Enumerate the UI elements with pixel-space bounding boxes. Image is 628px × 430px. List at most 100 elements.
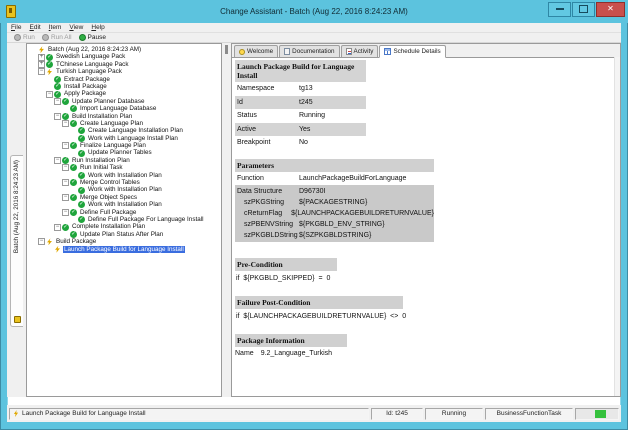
tree-item-label: Build Installation Plan: [72, 112, 133, 120]
tree-item[interactable]: − ✓ Build Installation Plan: [27, 113, 221, 120]
split-divider[interactable]: [222, 43, 231, 397]
collapse-icon[interactable]: −: [62, 120, 69, 128]
tree-item-label: Run Installation Plan: [72, 156, 130, 164]
tree-item-label: Build Package: [56, 238, 97, 246]
parameter-value: ${PACKAGESTRING}: [299, 198, 368, 206]
batch-vertical-tab[interactable]: Batch (Aug 22, 2016 8:24:23 AM): [10, 155, 23, 327]
tree-item[interactable]: − Build Package: [27, 238, 221, 246]
tree-item[interactable]: − ✓ Merge Control Tables: [27, 179, 221, 187]
tree-item[interactable]: ✓ Define Full Package For Language Instal…: [27, 215, 221, 224]
menu-edit[interactable]: Edit: [26, 24, 45, 31]
tree-item[interactable]: ✓ Install Package: [27, 82, 221, 91]
status-state-cell: Running: [425, 407, 483, 420]
tab-schedule-details[interactable]: Schedule Details: [379, 45, 446, 58]
handle-spacer: [70, 216, 77, 223]
tab-documentation-label: Documentation: [292, 48, 335, 55]
tree-item[interactable]: ✓ Update Planner Tables: [27, 149, 221, 157]
tree-item[interactable]: ✓ Work with Installation Plan: [27, 186, 221, 194]
collapse-icon[interactable]: −: [54, 112, 61, 120]
lightning-icon: [13, 410, 19, 417]
details-scrollbar[interactable]: [614, 57, 620, 396]
check-icon: ✓: [70, 164, 77, 172]
maximize-button[interactable]: [572, 1, 595, 17]
field-label: Active: [237, 125, 257, 133]
minimize-button[interactable]: [548, 1, 571, 17]
tree-item[interactable]: ✓ Work with Installation Plan: [27, 172, 221, 179]
collapse-icon[interactable]: −: [54, 157, 61, 165]
collapse-icon[interactable]: −: [62, 164, 69, 172]
menu-item[interactable]: Item: [45, 24, 66, 31]
field-value: tg13: [299, 85, 313, 93]
tree-item-label: Create Language Plan: [80, 119, 144, 127]
close-button[interactable]: ✕: [596, 1, 625, 17]
run-all-button[interactable]: Run All: [41, 34, 72, 41]
collapse-icon[interactable]: −: [62, 208, 69, 216]
tree-item[interactable]: − ✓ Create Language Plan: [27, 119, 221, 128]
collapse-icon[interactable]: −: [38, 68, 45, 76]
parameter-row: cReturnFlag ${LAUNCHPACKAGEBUILDRETURNVAL…: [235, 208, 434, 219]
collapse-icon[interactable]: −: [54, 97, 61, 105]
tree-item[interactable]: Launch Package Build for Language Instal…: [27, 245, 221, 253]
data-structure-label: Data Structure: [237, 187, 283, 195]
tree-item[interactable]: ✓ Work with Language Install Plan: [27, 135, 221, 142]
tree-item[interactable]: ✓ Extract Package: [27, 76, 221, 83]
collapse-icon[interactable]: −: [62, 142, 69, 150]
field-value: Yes: [299, 125, 311, 133]
tree-item[interactable]: − ✓ Run Installation Plan: [27, 156, 221, 165]
activity-icon: [345, 48, 352, 55]
run-button[interactable]: Run: [14, 34, 35, 41]
check-icon: ✓: [78, 127, 85, 135]
menu-file[interactable]: File: [7, 24, 26, 31]
tree-item[interactable]: − ✓ Finalize Language Plan: [27, 142, 221, 150]
app-icon: [6, 5, 16, 18]
data-structure-block: Data Structure D96730I szPKGString ${PACK…: [235, 184, 434, 242]
check-icon: ✓: [46, 53, 53, 61]
collapse-icon[interactable]: −: [54, 223, 61, 231]
tree-item[interactable]: − Turkish Language Pack: [27, 68, 221, 76]
tree-item[interactable]: − ✓ Define Full Package: [27, 209, 221, 216]
tab-activity[interactable]: Activity: [340, 45, 379, 57]
package-name-label: Name: [235, 349, 254, 357]
tree-item[interactable]: + ✓ Swedish Language Pack: [27, 53, 221, 61]
field-label: Breakpoint: [237, 139, 271, 147]
collapse-icon[interactable]: −: [38, 238, 45, 246]
tree-item[interactable]: − ✓ Update Planner Database: [27, 98, 221, 105]
maximize-icon: [579, 5, 588, 13]
collapse-icon[interactable]: −: [62, 179, 69, 187]
tree-item[interactable]: Batch (Aug 22, 2016 8:24:23 AM): [27, 46, 221, 54]
tree-item-label: Complete Installation Plan: [72, 223, 146, 231]
tab-documentation[interactable]: Documentation: [279, 45, 340, 57]
tab-welcome[interactable]: Welcome: [234, 45, 279, 57]
package-name-value: 9.2_Language_Turkish: [260, 349, 333, 357]
collapse-icon[interactable]: −: [62, 194, 69, 201]
tree-item[interactable]: ✓ Create Language Installation Plan: [27, 127, 221, 135]
tree-item[interactable]: ✓ Import Language Database: [27, 105, 221, 113]
check-icon: ✓: [62, 157, 69, 165]
tree-item-label: Work with Installation Plan: [88, 201, 162, 209]
pause-button[interactable]: Pause: [78, 34, 106, 41]
tree-item-label: Work with Installation Plan: [88, 171, 162, 179]
run-icon: [14, 34, 21, 41]
menu-view[interactable]: View: [65, 24, 87, 31]
tree-item[interactable]: − ✓ Complete Installation Plan: [27, 223, 221, 231]
tree-item[interactable]: − ✓ Apply Package: [27, 90, 221, 98]
tree-item-label: Update Planner Database: [72, 97, 145, 105]
handle-spacer: [70, 127, 77, 134]
lightning-icon: [47, 68, 52, 76]
tree-item-label: Install Package: [64, 82, 107, 90]
tree-item[interactable]: − ✓ Run Initial Task: [27, 164, 221, 172]
parameter-value: ${SZPKGBLDSTRING}: [299, 231, 372, 239]
collapse-icon[interactable]: −: [46, 90, 53, 98]
tree-item[interactable]: ✓ Work with Installation Plan: [27, 201, 221, 209]
tree-item[interactable]: + ✓ TChinese Language Pack: [27, 61, 221, 68]
tree-item[interactable]: ✓ Update Plan Status After Plan: [27, 231, 221, 238]
tree-item[interactable]: − ✓ Merge Object Specs: [27, 194, 221, 201]
menu-help[interactable]: Help: [87, 24, 108, 31]
schedule-details-icon: [384, 48, 392, 55]
tree-item-label: Define Full Package For Language Install: [88, 215, 204, 223]
field-row: Status Running: [235, 109, 366, 123]
parameter-label: szPKGBLDString: [244, 231, 298, 239]
failure-post-condition-heading: Failure Post-Condition: [235, 295, 403, 309]
expand-icon[interactable]: +: [38, 60, 45, 68]
expand-icon[interactable]: +: [38, 53, 45, 61]
